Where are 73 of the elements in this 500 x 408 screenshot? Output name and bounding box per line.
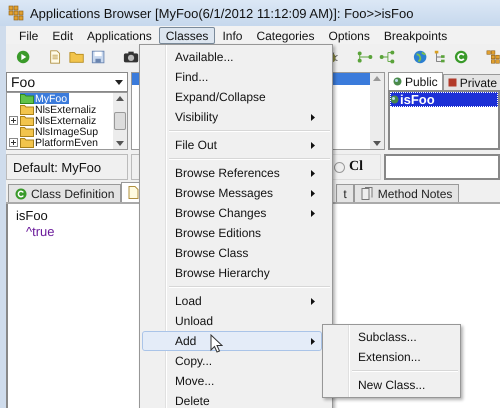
sphere-icon — [393, 77, 402, 86]
flow-icon[interactable] — [356, 49, 373, 65]
expand-icon[interactable] — [9, 138, 18, 147]
folder-icon[interactable] — [68, 49, 85, 65]
scrollbar[interactable] — [370, 73, 384, 149]
application-item[interactable]: NlsExternaliz — [20, 115, 98, 126]
menu-item[interactable]: Extension... — [325, 347, 450, 367]
menu-item[interactable]: Delete — [142, 391, 322, 408]
menu-item[interactable]: Browse References — [142, 163, 322, 183]
square-icon — [448, 78, 457, 87]
expand-icon[interactable] — [9, 116, 18, 125]
notes-icon — [360, 187, 374, 200]
document-icon[interactable] — [48, 49, 63, 65]
window-title: Applications Browser [MyFoo(6/1/2012 11:12:09 AM)]: Foo>>isFoo — [30, 6, 414, 20]
menu-bar-item[interactable]: Classes — [158, 26, 216, 44]
menu-item[interactable]: Browse Hierarchy — [142, 263, 322, 283]
menu-bar-item[interactable]: Applications — [80, 26, 159, 44]
class-icon — [15, 188, 27, 200]
code-line: isFoo — [16, 208, 48, 224]
scroll-down-icon[interactable] — [116, 141, 124, 146]
menu-item[interactable]: Unload — [142, 311, 322, 331]
menu-item[interactable]: Browse Editions — [142, 223, 322, 243]
scroll-up-icon[interactable] — [116, 96, 124, 101]
save-icon[interactable] — [90, 49, 105, 65]
scrollbar[interactable] — [113, 93, 127, 149]
menu-item[interactable]: Expand/Collapse — [142, 87, 322, 107]
folder-icon — [20, 126, 34, 137]
tab[interactable]: Public — [388, 72, 443, 90]
code-line: ^true — [25, 224, 55, 240]
tab[interactable]: Private — [442, 74, 500, 90]
tab[interactable]: Method Notes — [354, 184, 460, 202]
menu-item[interactable]: Copy... — [142, 351, 322, 371]
folder-icon — [20, 137, 34, 148]
cursor-icon — [210, 334, 223, 353]
application-item[interactable]: NlsImageSup — [20, 126, 100, 137]
menu-item[interactable]: Load — [142, 291, 322, 311]
menu-bar-item[interactable]: Edit — [45, 26, 80, 44]
menu-item[interactable]: Add — [142, 331, 322, 351]
method-item[interactable]: isFoo — [390, 92, 498, 107]
hierarchy-icon[interactable] — [378, 49, 396, 65]
application-item[interactable]: PlatformEven — [20, 137, 100, 148]
grid-icon[interactable] — [486, 49, 500, 65]
tab[interactable]: t — [336, 184, 354, 202]
menu-item[interactable]: Visibility — [142, 107, 322, 127]
menu-item[interactable]: Move... — [142, 371, 322, 391]
menu-bar-item[interactable]: Info — [215, 26, 250, 44]
camera-icon[interactable] — [122, 49, 139, 65]
menu-item[interactable]: Find... — [142, 67, 322, 87]
menu-bar-item[interactable]: File — [12, 26, 46, 44]
dropdown-arrow-icon — [115, 80, 123, 84]
application-item[interactable]: MyFoo — [20, 93, 70, 104]
application-item[interactable]: NlsExternaliz — [20, 104, 98, 115]
scroll-thumb[interactable] — [114, 112, 126, 130]
menu-item[interactable]: Browse Class — [142, 243, 322, 263]
menu-bar-item[interactable]: Options — [321, 26, 377, 44]
application-dropdown[interactable]: Foo — [6, 72, 128, 92]
menu-item[interactable]: File Out — [142, 135, 322, 155]
run-icon[interactable] — [16, 49, 30, 65]
sphere-icon — [390, 95, 399, 104]
menu-item[interactable]: Browse Messages — [142, 183, 322, 203]
scroll-down-icon[interactable] — [373, 141, 381, 146]
folder-icon — [20, 115, 34, 126]
tab[interactable]: Class Definition — [8, 184, 122, 202]
class-icon[interactable] — [454, 49, 468, 65]
menu-bar-item[interactable]: Breakpoints — [376, 26, 454, 44]
globe-icon[interactable] — [413, 49, 428, 65]
menu-item[interactable]: Browse Changes — [142, 203, 322, 223]
menu-item[interactable]: Subclass... — [325, 327, 450, 347]
default-label: Default: MyFoo — [6, 154, 128, 180]
menu-item[interactable]: New Class... — [325, 375, 450, 395]
menu-bar-item[interactable]: Categories — [249, 26, 322, 44]
method-name: isFoo — [400, 92, 435, 107]
app-icon — [8, 5, 24, 21]
